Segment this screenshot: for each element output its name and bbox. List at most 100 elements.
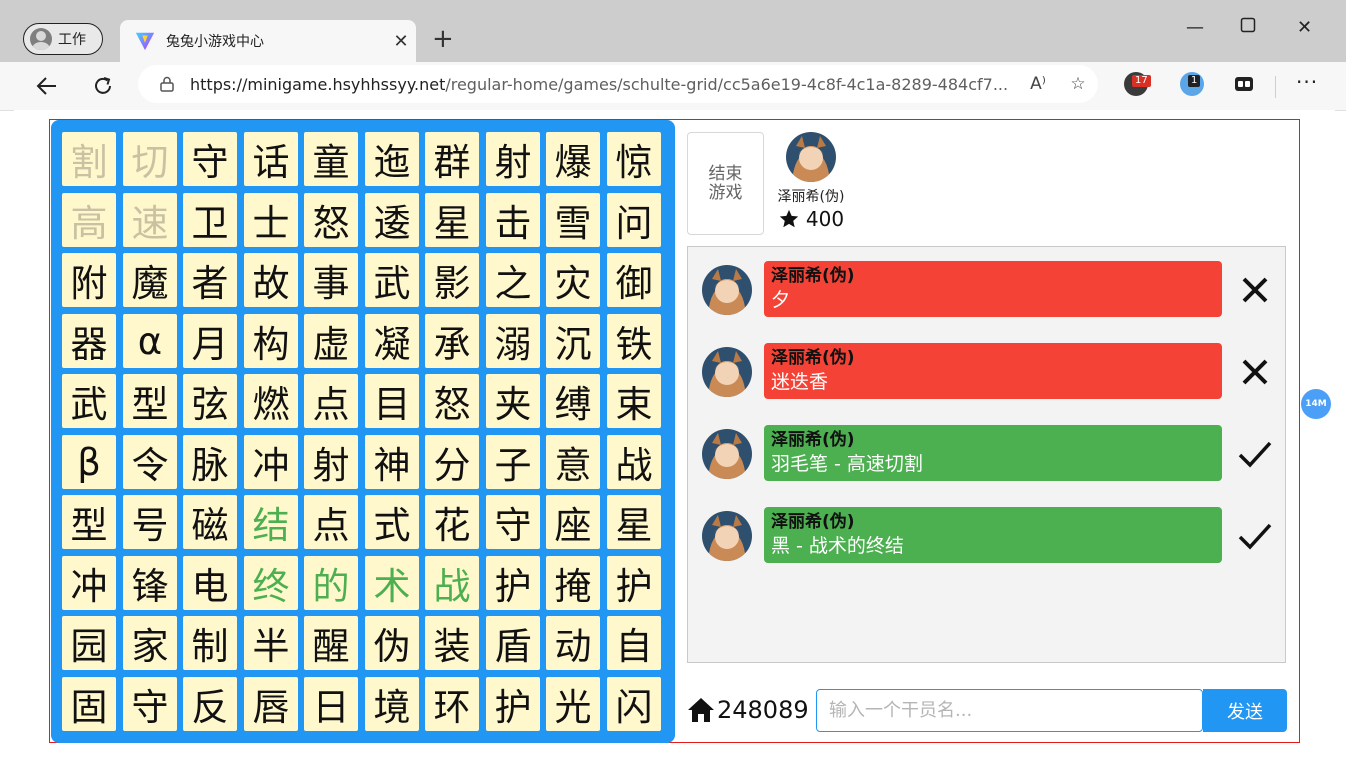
grid-cell[interactable]: 影 <box>425 253 479 307</box>
grid-cell[interactable]: 号 <box>123 495 177 549</box>
grid-cell[interactable]: 御 <box>607 253 661 307</box>
grid-cell[interactable]: 装 <box>425 616 479 670</box>
grid-cell[interactable]: 者 <box>183 253 237 307</box>
grid-cell[interactable]: 虚 <box>304 314 358 368</box>
grid-cell[interactable]: 反 <box>183 677 237 731</box>
grid-cell[interactable]: 武 <box>62 374 116 428</box>
grid-cell[interactable]: 凝 <box>365 314 419 368</box>
grid-cell[interactable]: 家 <box>123 616 177 670</box>
grid-cell[interactable]: 术 <box>365 556 419 610</box>
grid-cell[interactable]: 构 <box>244 314 298 368</box>
refresh-icon[interactable] <box>86 69 120 103</box>
grid-cell[interactable]: 铁 <box>607 314 661 368</box>
grid-cell[interactable]: 高 <box>62 193 116 247</box>
grid-cell[interactable]: 的 <box>304 556 358 610</box>
grid-cell[interactable]: 日 <box>304 677 358 731</box>
grid-cell[interactable]: 光 <box>546 677 600 731</box>
grid-cell[interactable]: 惊 <box>607 132 661 186</box>
grid-cell[interactable]: 冲 <box>244 435 298 489</box>
extension-a[interactable]: 17 <box>1122 62 1152 108</box>
grid-cell[interactable]: 夹 <box>486 374 540 428</box>
maximize-icon[interactable] <box>1240 17 1256 38</box>
grid-cell[interactable]: 醒 <box>304 616 358 670</box>
grid-cell[interactable]: 怒 <box>425 374 479 428</box>
grid-cell[interactable]: 座 <box>546 495 600 549</box>
grid-cell[interactable]: 逶 <box>365 193 419 247</box>
grid-cell[interactable]: 闪 <box>607 677 661 731</box>
close-window-icon[interactable]: ✕ <box>1297 17 1312 38</box>
grid-cell[interactable]: 附 <box>62 253 116 307</box>
grid-cell[interactable]: 怒 <box>304 193 358 247</box>
favorite-star-icon[interactable]: ☆ <box>1058 74 1098 94</box>
grid-cell[interactable]: 弦 <box>183 374 237 428</box>
send-button[interactable]: 发送 <box>1203 689 1287 732</box>
grid-cell[interactable]: 武 <box>365 253 419 307</box>
grid-cell[interactable]: 令 <box>123 435 177 489</box>
grid-cell[interactable]: 割 <box>62 132 116 186</box>
grid-cell[interactable]: 卫 <box>183 193 237 247</box>
grid-cell[interactable]: 盾 <box>486 616 540 670</box>
grid-cell[interactable]: 意 <box>546 435 600 489</box>
floating-badge[interactable]: 14M <box>1301 389 1331 419</box>
grid-cell[interactable]: 承 <box>425 314 479 368</box>
collections-icon[interactable] <box>1234 74 1254 94</box>
grid-cell[interactable]: 话 <box>244 132 298 186</box>
back-arrow-icon[interactable] <box>30 69 64 103</box>
grid-cell[interactable]: 事 <box>304 253 358 307</box>
browser-tab-active[interactable]: 兔兔小游戏中心 ✕ <box>120 20 416 62</box>
grid-cell[interactable]: 型 <box>62 495 116 549</box>
grid-cell[interactable]: 环 <box>425 677 479 731</box>
new-tab-icon[interactable]: + <box>432 24 454 54</box>
url-field[interactable]: https://minigame.hsyhhssyy.net/regular-h… <box>138 65 1098 103</box>
grid-cell[interactable]: 爆 <box>546 132 600 186</box>
grid-cell[interactable]: 掩 <box>546 556 600 610</box>
grid-cell[interactable]: 护 <box>486 677 540 731</box>
grid-cell[interactable]: 雪 <box>546 193 600 247</box>
grid-cell[interactable]: 守 <box>183 132 237 186</box>
grid-cell[interactable]: 动 <box>546 616 600 670</box>
grid-cell[interactable]: 唇 <box>244 677 298 731</box>
grid-cell[interactable]: 境 <box>365 677 419 731</box>
grid-cell[interactable]: 溺 <box>486 314 540 368</box>
grid-cell[interactable]: 园 <box>62 616 116 670</box>
grid-cell[interactable]: 战 <box>607 435 661 489</box>
minimize-icon[interactable]: — <box>1186 17 1204 38</box>
end-game-button[interactable]: 结束游戏 <box>687 132 764 235</box>
grid-cell[interactable]: 星 <box>425 193 479 247</box>
grid-cell[interactable]: 童 <box>304 132 358 186</box>
grid-cell[interactable]: 束 <box>607 374 661 428</box>
grid-cell[interactable]: 神 <box>365 435 419 489</box>
grid-cell[interactable]: 子 <box>486 435 540 489</box>
grid-cell[interactable]: 自 <box>607 616 661 670</box>
grid-cell[interactable]: 终 <box>244 556 298 610</box>
extension-b[interactable]: 1 <box>1178 62 1208 108</box>
close-tab-icon[interactable]: ✕ <box>386 31 416 52</box>
grid-cell[interactable]: 冲 <box>62 556 116 610</box>
grid-cell[interactable]: 射 <box>304 435 358 489</box>
grid-cell[interactable]: 月 <box>183 314 237 368</box>
grid-cell[interactable]: 锋 <box>123 556 177 610</box>
grid-cell[interactable]: 射 <box>486 132 540 186</box>
grid-cell[interactable]: 花 <box>425 495 479 549</box>
grid-cell[interactable]: 守 <box>123 677 177 731</box>
grid-cell[interactable]: 速 <box>123 193 177 247</box>
read-aloud-icon[interactable]: A⁾ <box>1018 74 1058 94</box>
grid-cell[interactable]: 点 <box>304 495 358 549</box>
grid-cell[interactable]: 分 <box>425 435 479 489</box>
grid-cell[interactable]: 沉 <box>546 314 600 368</box>
grid-cell[interactable]: 制 <box>183 616 237 670</box>
grid-cell[interactable]: 战 <box>425 556 479 610</box>
grid-cell[interactable]: 之 <box>486 253 540 307</box>
grid-cell[interactable]: 燃 <box>244 374 298 428</box>
grid-cell[interactable]: 迤 <box>365 132 419 186</box>
grid-cell[interactable]: 器 <box>62 314 116 368</box>
grid-cell[interactable]: α <box>123 314 177 368</box>
grid-cell[interactable]: 结 <box>244 495 298 549</box>
grid-cell[interactable]: 护 <box>607 556 661 610</box>
grid-cell[interactable]: 问 <box>607 193 661 247</box>
grid-cell[interactable]: 目 <box>365 374 419 428</box>
grid-cell[interactable]: 固 <box>62 677 116 731</box>
profile-button[interactable]: 工作 <box>23 23 103 55</box>
more-menu-icon[interactable]: ··· <box>1296 70 1318 94</box>
grid-cell[interactable]: 缚 <box>546 374 600 428</box>
